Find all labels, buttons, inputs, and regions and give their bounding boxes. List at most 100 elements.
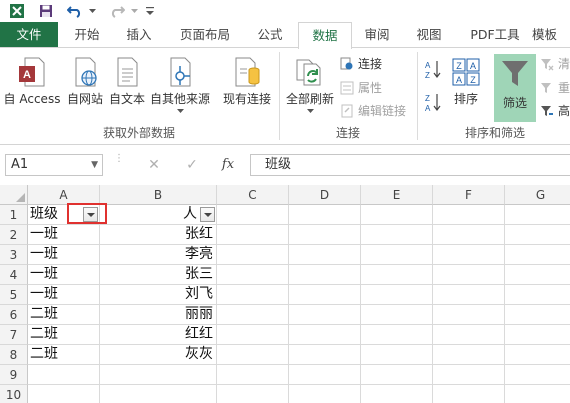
select-all-corner[interactable] — [0, 185, 28, 205]
reapply-button[interactable]: 重 — [540, 79, 570, 96]
chevron-down-icon — [176, 109, 184, 113]
from-other-sources-button[interactable]: 自其他来源 — [148, 56, 212, 113]
refresh-all-button[interactable]: 全部刷新 — [282, 56, 338, 113]
from-other-sources-label: 自其他来源 — [149, 92, 210, 106]
advanced-filter-button[interactable]: 高 — [540, 102, 570, 119]
formula-input[interactable]: 班级 — [250, 154, 570, 176]
row-header[interactable]: 3 — [0, 245, 28, 265]
text-file-icon — [117, 57, 138, 87]
row-header[interactable]: 9 — [0, 365, 28, 385]
tab-file[interactable]: 文件 — [0, 22, 58, 48]
cell-b3[interactable]: 李亮 — [100, 245, 217, 265]
existing-connections-button[interactable]: 现有连接 — [218, 56, 276, 107]
cell-b5[interactable]: 刘飞 — [100, 285, 217, 305]
tab-pdf-tools[interactable]: PDF工具 — [464, 22, 526, 48]
group-label-external-data: 获取外部数据 — [102, 126, 175, 140]
cell-a8[interactable]: 二班 — [28, 345, 100, 365]
cell-a5[interactable]: 一班 — [28, 285, 100, 305]
chevron-down-icon: ▼ — [91, 160, 98, 170]
svg-text:Z: Z — [425, 94, 430, 103]
cell-b9[interactable] — [100, 365, 217, 385]
column-header-b[interactable]: B — [100, 185, 217, 205]
filter-button[interactable]: 筛选 — [494, 54, 536, 122]
redo-icon[interactable] — [106, 2, 128, 20]
filter-dropdown-b1[interactable] — [200, 207, 215, 222]
name-box[interactable]: A1 ▼ — [5, 154, 103, 176]
row-header[interactable]: 10 — [0, 385, 28, 403]
redo-dropdown-icon[interactable] — [128, 2, 140, 20]
confirm-entry-icon[interactable]: ✓ — [180, 155, 204, 175]
access-icon: A — [19, 57, 45, 87]
advanced-filter-icon — [541, 105, 553, 116]
tab-data[interactable]: 数据 — [298, 22, 352, 49]
empty-cells-area[interactable] — [217, 205, 570, 403]
cell-a3[interactable]: 一班 — [28, 245, 100, 265]
save-icon[interactable] — [36, 2, 56, 20]
sort-descending-button[interactable]: Z A — [424, 92, 446, 112]
tab-template[interactable]: 模板 — [532, 22, 570, 48]
cell-b7[interactable]: 红红 — [100, 325, 217, 345]
sort-button[interactable]: Z A A Z 排序 — [446, 56, 486, 107]
cell-a2[interactable]: 一班 — [28, 225, 100, 245]
cell-a9[interactable] — [28, 365, 100, 385]
quick-access-toolbar — [0, 0, 570, 22]
svg-text:A: A — [425, 104, 431, 112]
cell-b6[interactable]: 丽丽 — [100, 305, 217, 325]
properties-button[interactable]: 属性 — [340, 79, 382, 96]
cell-a4[interactable]: 一班 — [28, 265, 100, 285]
cancel-entry-icon[interactable]: ✕ — [142, 155, 166, 175]
column-header-c[interactable]: C — [217, 185, 289, 205]
column-header-e[interactable]: E — [361, 185, 433, 205]
cell-b4[interactable]: 张三 — [100, 265, 217, 285]
group-label-sort-filter: 排序和筛选 — [464, 126, 525, 140]
resize-dots-icon: ⋮ — [114, 153, 124, 164]
spreadsheet-grid: A B C D E F G 1 2 3 4 5 6 7 8 9 10 班级 一班… — [0, 185, 570, 403]
column-header-d[interactable]: D — [289, 185, 361, 205]
edit-links-button[interactable]: 编辑链接 — [340, 102, 406, 119]
column-header-a[interactable]: A — [28, 185, 100, 205]
funnel-icon — [502, 61, 528, 86]
tab-formulas[interactable]: 公式 — [248, 22, 292, 48]
tab-review[interactable]: 审阅 — [356, 22, 398, 48]
clear-filter-button[interactable]: 清 — [540, 55, 570, 72]
row-header[interactable]: 2 — [0, 225, 28, 245]
cell-a6[interactable]: 二班 — [28, 305, 100, 325]
other-sources-icon — [170, 57, 191, 87]
formula-bar: A1 ▼ ⋮ ✕ ✓ fx 班级 — [0, 145, 570, 185]
excel-logo-icon — [6, 2, 28, 20]
row-header[interactable]: 1 — [0, 205, 28, 225]
undo-dropdown-icon[interactable] — [86, 2, 98, 20]
from-text-button[interactable]: 自文本 — [106, 56, 148, 107]
edit-links-label: 编辑链接 — [358, 104, 407, 118]
tab-home[interactable]: 开始 — [64, 22, 110, 48]
undo-icon[interactable] — [64, 2, 86, 20]
svg-text:A: A — [23, 69, 31, 81]
from-web-button[interactable]: 自网站 — [64, 56, 106, 107]
connections-button[interactable]: 连接 — [340, 55, 382, 72]
tab-page-layout[interactable]: 页面布局 — [170, 22, 240, 48]
properties-icon — [340, 81, 354, 94]
column-header-f[interactable]: F — [433, 185, 505, 205]
column-header-g[interactable]: G — [505, 185, 570, 205]
sort-ascending-button[interactable]: A Z — [424, 59, 446, 79]
tab-insert[interactable]: 插入 — [116, 22, 162, 48]
row-header[interactable]: 5 — [0, 285, 28, 305]
row-header[interactable]: 8 — [0, 345, 28, 365]
row-header[interactable]: 7 — [0, 325, 28, 345]
cell-a10[interactable] — [28, 385, 100, 403]
existing-connections-icon — [235, 57, 260, 87]
svg-text:Z: Z — [425, 71, 430, 79]
row-header[interactable]: 6 — [0, 305, 28, 325]
customize-toolbar-icon[interactable] — [144, 2, 156, 20]
cell-b8[interactable]: 灰灰 — [100, 345, 217, 365]
cell-b10[interactable] — [100, 385, 217, 403]
sort-ascending-icon: A Z — [425, 61, 441, 79]
from-access-label: 自 Access — [3, 92, 61, 106]
tab-view[interactable]: 视图 — [408, 22, 450, 48]
cell-a7[interactable]: 二班 — [28, 325, 100, 345]
from-access-button[interactable]: A 自 Access — [2, 56, 62, 107]
group-separator — [417, 52, 418, 140]
cell-b2[interactable]: 张红 — [100, 225, 217, 245]
row-header[interactable]: 4 — [0, 265, 28, 285]
insert-function-icon[interactable]: fx — [216, 155, 240, 175]
